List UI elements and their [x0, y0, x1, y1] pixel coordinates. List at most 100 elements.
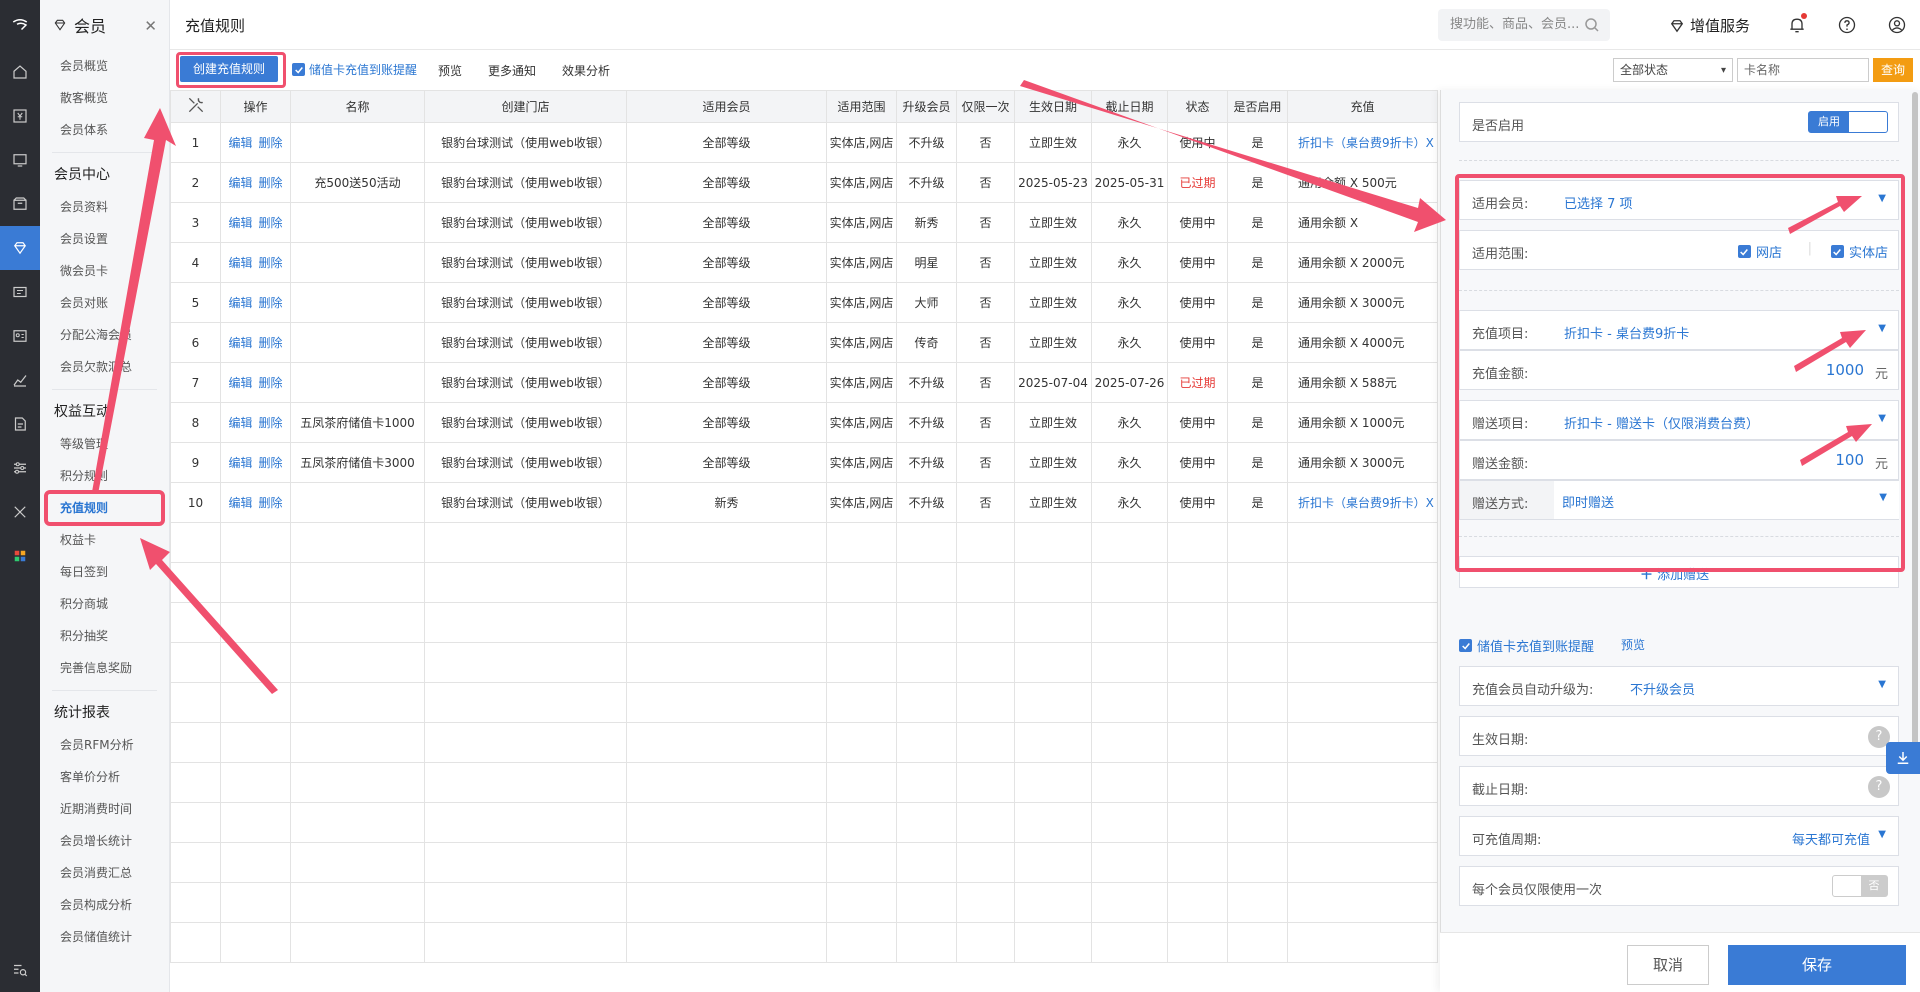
table-cell: 立即生效 [1014, 402, 1092, 443]
more-notice-link[interactable]: 更多通知 [488, 62, 536, 79]
global-search-input[interactable]: 搜功能、商品、会员... [1438, 9, 1610, 41]
gift-mode-select[interactable]: 即时赠送 ▼ [1554, 481, 1899, 519]
sidebar-item[interactable]: 会员RFM分析 [40, 729, 169, 761]
sidebar-item[interactable]: 积分商城 [40, 588, 169, 620]
sidebar-item[interactable]: 会员消费汇总 [40, 857, 169, 889]
table-cell: 银豹台球测试（使用web收银） [424, 202, 627, 243]
status-select[interactable]: 全部状态 ▾ [1613, 58, 1733, 82]
sidebar-item[interactable]: 会员构成分析 [40, 889, 169, 921]
close-icon[interactable]: ✕ [144, 17, 157, 35]
delete-link[interactable]: 删除 [259, 176, 283, 190]
preview-link[interactable]: 预览 [438, 62, 462, 79]
sliders-icon[interactable] [0, 446, 40, 490]
sidebar-item[interactable]: 积分抽奖 [40, 620, 169, 652]
document-icon[interactable] [0, 402, 40, 446]
edit-link[interactable]: 编辑 [228, 416, 252, 430]
sidebar-item[interactable]: 会员欠款汇总 [40, 351, 169, 383]
cancel-button[interactable]: 取消 [1627, 945, 1709, 985]
auto-upgrade-select[interactable]: 充值会员自动升级为: 不升级会员 ▼ [1459, 666, 1899, 706]
delete-link[interactable]: 删除 [259, 416, 283, 430]
edit-link[interactable]: 编辑 [228, 336, 252, 350]
scope-offline-checkbox[interactable]: 实体店 [1830, 242, 1888, 261]
delete-link[interactable]: 删除 [259, 336, 283, 350]
empty-cell [1091, 522, 1168, 563]
recharge-amount-input[interactable]: 1000 [1826, 361, 1864, 379]
drawer-reminder-checkbox[interactable]: 储值卡充值到账提醒 [1459, 636, 1594, 655]
edit-link[interactable]: 编辑 [228, 136, 252, 150]
drawer-scrollbar[interactable] [1912, 92, 1918, 772]
sidebar-item[interactable]: 等级管理 [40, 428, 169, 460]
help-question-icon[interactable]: ? [1868, 776, 1890, 798]
delete-link[interactable]: 删除 [259, 256, 283, 270]
sidebar-item[interactable]: 散客概览 [40, 82, 169, 114]
effect-analysis-link[interactable]: 效果分析 [562, 62, 610, 79]
gift-amount-input[interactable]: 100 [1835, 451, 1864, 469]
enabled-toggle[interactable]: 启用 [1808, 111, 1888, 133]
sidebar-item[interactable]: 会员对账 [40, 287, 169, 319]
sidebar-item[interactable]: 每日签到 [40, 556, 169, 588]
delete-link[interactable]: 删除 [259, 216, 283, 230]
card-icon[interactable] [0, 314, 40, 358]
member-diamond-icon[interactable] [0, 226, 40, 270]
sidebar-item[interactable]: 分配公海会员 [40, 319, 169, 351]
user-avatar-icon[interactable] [1886, 14, 1908, 36]
members-select[interactable]: 适用会员: 已选择 7 项 ▼ [1459, 180, 1899, 220]
monitor-icon[interactable] [0, 138, 40, 182]
add-gift-button[interactable]: ＋ 添加赠送 [1459, 556, 1899, 588]
delete-link[interactable]: 删除 [259, 376, 283, 390]
end-date-field[interactable]: 截止日期: ? [1459, 766, 1899, 806]
sidebar-item[interactable]: 会员概览 [40, 50, 169, 82]
sidebar-item[interactable]: 会员资料 [40, 191, 169, 223]
query-button[interactable]: 查询 [1873, 58, 1913, 82]
sidebar-item[interactable]: 完善信息奖励 [40, 652, 169, 684]
scope-online-checkbox[interactable]: 网店 [1737, 242, 1782, 261]
sidebar-item[interactable]: 会员设置 [40, 223, 169, 255]
bell-icon[interactable] [1786, 13, 1808, 36]
edit-link[interactable]: 编辑 [228, 176, 252, 190]
reminder-checkbox[interactable]: 储值卡充值到账提醒 [292, 61, 417, 78]
delete-link[interactable]: 删除 [259, 456, 283, 470]
row-index: 1 [170, 122, 221, 163]
delete-link[interactable]: 删除 [259, 496, 283, 510]
sidebar-item[interactable]: 微会员卡 [40, 255, 169, 287]
box-icon[interactable] [0, 182, 40, 226]
home-icon[interactable] [0, 50, 40, 94]
cashier-icon[interactable] [0, 94, 40, 138]
table-row [170, 722, 1438, 763]
download-icon[interactable] [1886, 742, 1920, 774]
edit-link[interactable]: 编辑 [228, 456, 252, 470]
sidebar-item[interactable]: 会员增长统计 [40, 825, 169, 857]
start-date-field[interactable]: 生效日期: ? [1459, 716, 1899, 756]
apps-grid-icon[interactable] [0, 534, 40, 578]
value-service-button[interactable]: 增值服务 [1668, 15, 1750, 36]
help-icon[interactable] [1836, 14, 1858, 36]
save-button[interactable]: 保存 [1728, 945, 1906, 985]
sidebar-item[interactable]: 会员储值统计 [40, 921, 169, 953]
empty-cell [1014, 602, 1092, 643]
logo-icon[interactable] [0, 0, 40, 50]
sidebar-item[interactable]: 权益卡 [40, 524, 169, 556]
chart-icon[interactable] [0, 358, 40, 402]
delete-link[interactable]: 删除 [259, 296, 283, 310]
column-settings-header[interactable] [170, 90, 221, 123]
menu-search-icon[interactable] [0, 948, 40, 992]
sidebar-item[interactable]: 会员体系 [40, 114, 169, 146]
edit-link[interactable]: 编辑 [228, 376, 252, 390]
recharge-item-select[interactable]: 充值项目: 折扣卡 - 桌台费9折卡 ▼ [1459, 310, 1899, 350]
edit-link[interactable]: 编辑 [228, 496, 252, 510]
recharge-cycle-select[interactable]: 可充值周期: 每天都可充值 ▼ [1459, 816, 1899, 856]
sidebar-item[interactable]: 积分规则 [40, 460, 169, 492]
drawer-preview-link[interactable]: 预览 [1621, 636, 1645, 653]
tools-icon[interactable] [0, 490, 40, 534]
sidebar-item[interactable]: 充值规则 [44, 490, 165, 526]
card-name-input[interactable]: 卡名称 [1737, 58, 1869, 82]
sidebar-item[interactable]: 近期消费时间 [40, 793, 169, 825]
delete-link[interactable]: 删除 [259, 136, 283, 150]
sidebar-item[interactable]: 客单价分析 [40, 761, 169, 793]
edit-link[interactable]: 编辑 [228, 216, 252, 230]
gift-item-select[interactable]: 赠送项目: 折扣卡 - 赠送卡（仅限消费台费） ▼ [1459, 400, 1899, 440]
edit-link[interactable]: 编辑 [228, 256, 252, 270]
coupon-icon[interactable] [0, 270, 40, 314]
edit-link[interactable]: 编辑 [228, 296, 252, 310]
once-per-member-toggle[interactable]: 否 [1832, 875, 1888, 897]
